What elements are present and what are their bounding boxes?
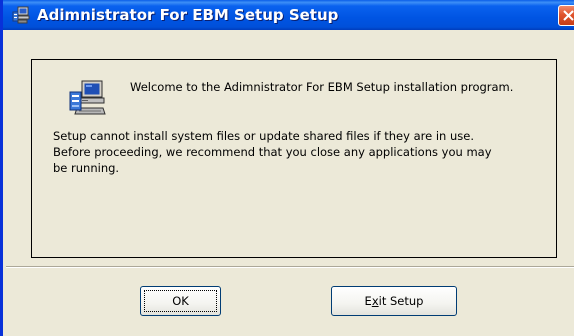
warning-message: Setup cannot install system files or upd… [53, 128, 553, 176]
window-title: Adimnistrator For EBM Setup Setup [37, 6, 339, 24]
exit-button-label: Exit Setup [365, 294, 424, 308]
close-icon [563, 10, 574, 21]
ok-button[interactable]: OK [140, 286, 221, 316]
warning-line: be running. [53, 161, 120, 175]
warning-line: Setup cannot install system files or upd… [53, 129, 474, 143]
screen: Adimnistrator For EBM Setup Setup Welcom… [0, 0, 574, 336]
setup-computer-icon [67, 78, 107, 118]
title-bar[interactable]: Adimnistrator For EBM Setup Setup [3, 0, 574, 30]
focus-ring [144, 290, 217, 312]
exit-setup-button[interactable]: Exit Setup [331, 286, 457, 316]
exit-label-part: it Setup [378, 294, 424, 308]
close-button[interactable] [558, 5, 574, 26]
exit-label-part: E [364, 294, 372, 308]
welcome-message: Welcome to the Adimnistrator For EBM Set… [130, 80, 514, 94]
warning-line: Before proceeding, we recommend that you… [53, 145, 492, 159]
exit-label-mnemonic: x [371, 294, 379, 308]
divider [6, 266, 574, 268]
setup-computer-icon [12, 6, 30, 24]
setup-window: Adimnistrator For EBM Setup Setup Welcom… [0, 0, 574, 336]
